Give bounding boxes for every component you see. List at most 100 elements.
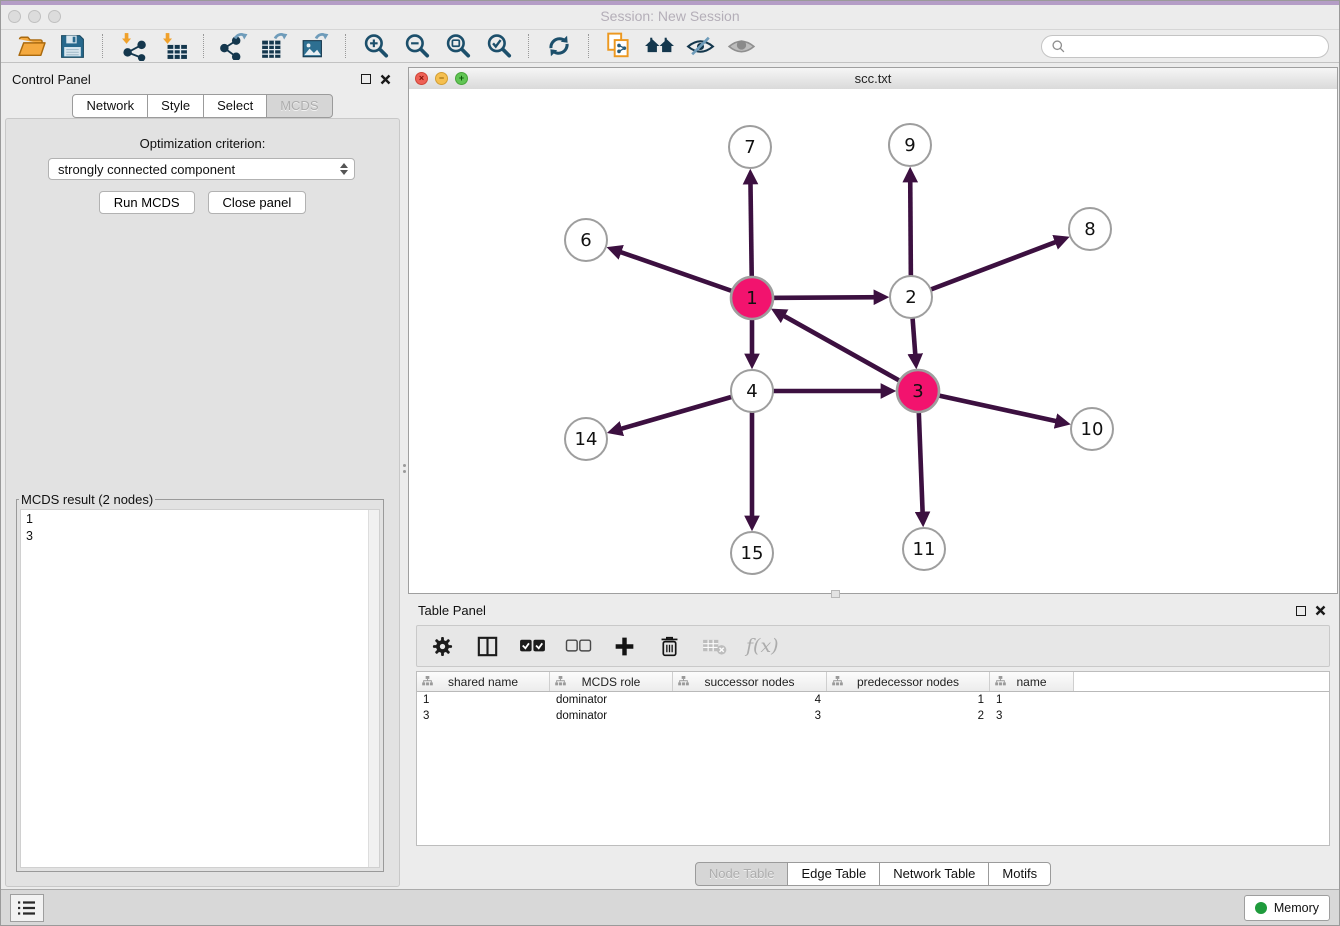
table-toolbar: f(x) [416, 625, 1330, 667]
import-network-button[interactable] [116, 31, 149, 61]
result-scrollbar[interactable] [368, 510, 379, 867]
zoom-fit-button[interactable] [441, 31, 474, 61]
column-label-name: name [1016, 675, 1046, 689]
column-type-icon [678, 676, 689, 687]
zoom-in-button[interactable] [359, 31, 392, 61]
refresh-view-icon [545, 32, 573, 60]
toolbar-separator [102, 34, 103, 58]
tab-style[interactable]: Style [147, 94, 204, 118]
table-panel-title: Table Panel [418, 603, 486, 618]
network-view-frame: × − + scc.txt 7968124314101511 [408, 67, 1338, 594]
export-image-icon [301, 32, 330, 60]
graph-node-label-1: 1 [746, 288, 757, 309]
float-panel-icon[interactable] [361, 74, 371, 84]
titlebar: Session: New Session [1, 5, 1339, 30]
export-network-button[interactable] [217, 31, 250, 61]
application-window: Session: New Session Control Panel Netwo… [0, 0, 1340, 926]
zoom-out-button[interactable] [400, 31, 433, 61]
zoom-selected-icon [485, 32, 513, 60]
column-type-icon [995, 676, 1006, 687]
table-settings-icon [431, 635, 454, 658]
column-header-name[interactable]: name [990, 672, 1074, 691]
show-columns-icon [476, 635, 499, 658]
column-header-predecessor-nodes[interactable]: predecessor nodes [827, 672, 990, 691]
layout-home-icon [644, 33, 675, 60]
graph-node-label-10: 10 [1081, 419, 1104, 440]
toolbar-separator [203, 34, 204, 58]
export-network-icon [219, 32, 248, 60]
column-header-mcds-role[interactable]: MCDS role [550, 672, 673, 691]
show-graphics-details-button[interactable] [725, 31, 758, 61]
table-tab-node-table[interactable]: Node Table [695, 862, 789, 886]
mcds-result-legend: MCDS result (2 nodes) [19, 492, 155, 507]
open-session-button[interactable] [15, 31, 48, 61]
search-input[interactable] [1071, 38, 1319, 55]
save-session-icon [59, 33, 86, 60]
cell-mcds-role: dominator [550, 710, 673, 722]
run-mcds-button[interactable]: Run MCDS [99, 191, 195, 214]
add-row-button[interactable] [611, 633, 637, 659]
save-session-button[interactable] [56, 31, 89, 61]
mcds-buttons-row: Run MCDS Close panel [6, 191, 399, 214]
hide-graphics-details-icon [686, 33, 715, 60]
table-settings-button[interactable] [429, 633, 455, 659]
tab-mcds[interactable]: MCDS [266, 94, 332, 118]
show-columns-button[interactable] [474, 633, 500, 659]
tab-network[interactable]: Network [72, 94, 148, 118]
memory-button[interactable]: Memory [1244, 895, 1330, 921]
cell-name: 3 [990, 710, 1074, 722]
network-canvas[interactable]: 7968124314101511 [409, 89, 1337, 593]
criterion-select[interactable]: strongly connected component [48, 158, 355, 180]
table-row[interactable]: 1dominator411 [417, 692, 1329, 708]
cell-shared-name: 1 [417, 694, 550, 706]
clone-network-icon [605, 32, 633, 60]
table-tab-edge-table[interactable]: Edge Table [787, 862, 880, 886]
export-image-button[interactable] [299, 31, 332, 61]
close-panel-button[interactable]: Close panel [208, 191, 307, 214]
graph-node-label-14: 14 [575, 429, 598, 450]
delete-table-icon [702, 637, 727, 656]
add-row-icon [613, 635, 636, 658]
table-tab-motifs[interactable]: Motifs [988, 862, 1051, 886]
zoom-in-icon [362, 32, 390, 60]
delete-rows-button[interactable] [656, 633, 682, 659]
float-table-panel-icon[interactable] [1296, 606, 1306, 616]
table-tab-network-table[interactable]: Network Table [879, 862, 989, 886]
graph-node-label-15: 15 [741, 543, 764, 564]
task-history-button[interactable] [10, 894, 44, 922]
control-panel-header: Control Panel [2, 64, 403, 94]
column-label-predecessor-nodes: predecessor nodes [857, 675, 959, 689]
export-table-button[interactable] [258, 31, 291, 61]
layout-home-button[interactable] [643, 31, 676, 61]
column-type-icon [832, 676, 843, 687]
vertical-splitter-handle[interactable] [402, 460, 407, 476]
graph-node-label-9: 9 [904, 135, 915, 156]
refresh-view-button[interactable] [542, 31, 575, 61]
network-frame-title: scc.txt [409, 71, 1337, 86]
close-table-panel-icon[interactable] [1315, 605, 1326, 616]
horizontal-splitter-handle[interactable] [831, 590, 840, 598]
edge-2-8[interactable] [911, 239, 1064, 297]
mcds-result-area[interactable]: 1 3 [20, 509, 380, 868]
edge-3-1[interactable] [776, 312, 918, 391]
function-icon: f(x) [746, 635, 779, 657]
edge-3-10[interactable] [918, 391, 1065, 423]
cell-name: 1 [990, 694, 1074, 706]
tab-select[interactable]: Select [203, 94, 267, 118]
zoom-selected-button[interactable] [482, 31, 515, 61]
column-header-successor-nodes[interactable]: successor nodes [673, 672, 827, 691]
import-table-button[interactable] [157, 31, 190, 61]
control-panel: Control Panel NetworkStyleSelectMCDS Opt… [2, 64, 403, 889]
close-panel-icon[interactable] [380, 74, 391, 85]
table-row[interactable]: 3dominator323 [417, 708, 1329, 724]
hide-graphics-details-button[interactable] [684, 31, 717, 61]
control-panel-title: Control Panel [12, 72, 91, 87]
network-frame-titlebar[interactable]: × − + scc.txt [409, 68, 1337, 90]
cell-successor-nodes: 3 [673, 710, 827, 722]
clone-network-button[interactable] [602, 31, 635, 61]
select-all-button[interactable] [519, 633, 546, 659]
column-header-shared-name[interactable]: shared name [417, 672, 550, 691]
column-type-icon [422, 676, 433, 687]
table-panel-tabs: Node TableEdge TableNetwork TableMotifs [408, 862, 1338, 886]
deselect-all-button[interactable] [565, 633, 592, 659]
